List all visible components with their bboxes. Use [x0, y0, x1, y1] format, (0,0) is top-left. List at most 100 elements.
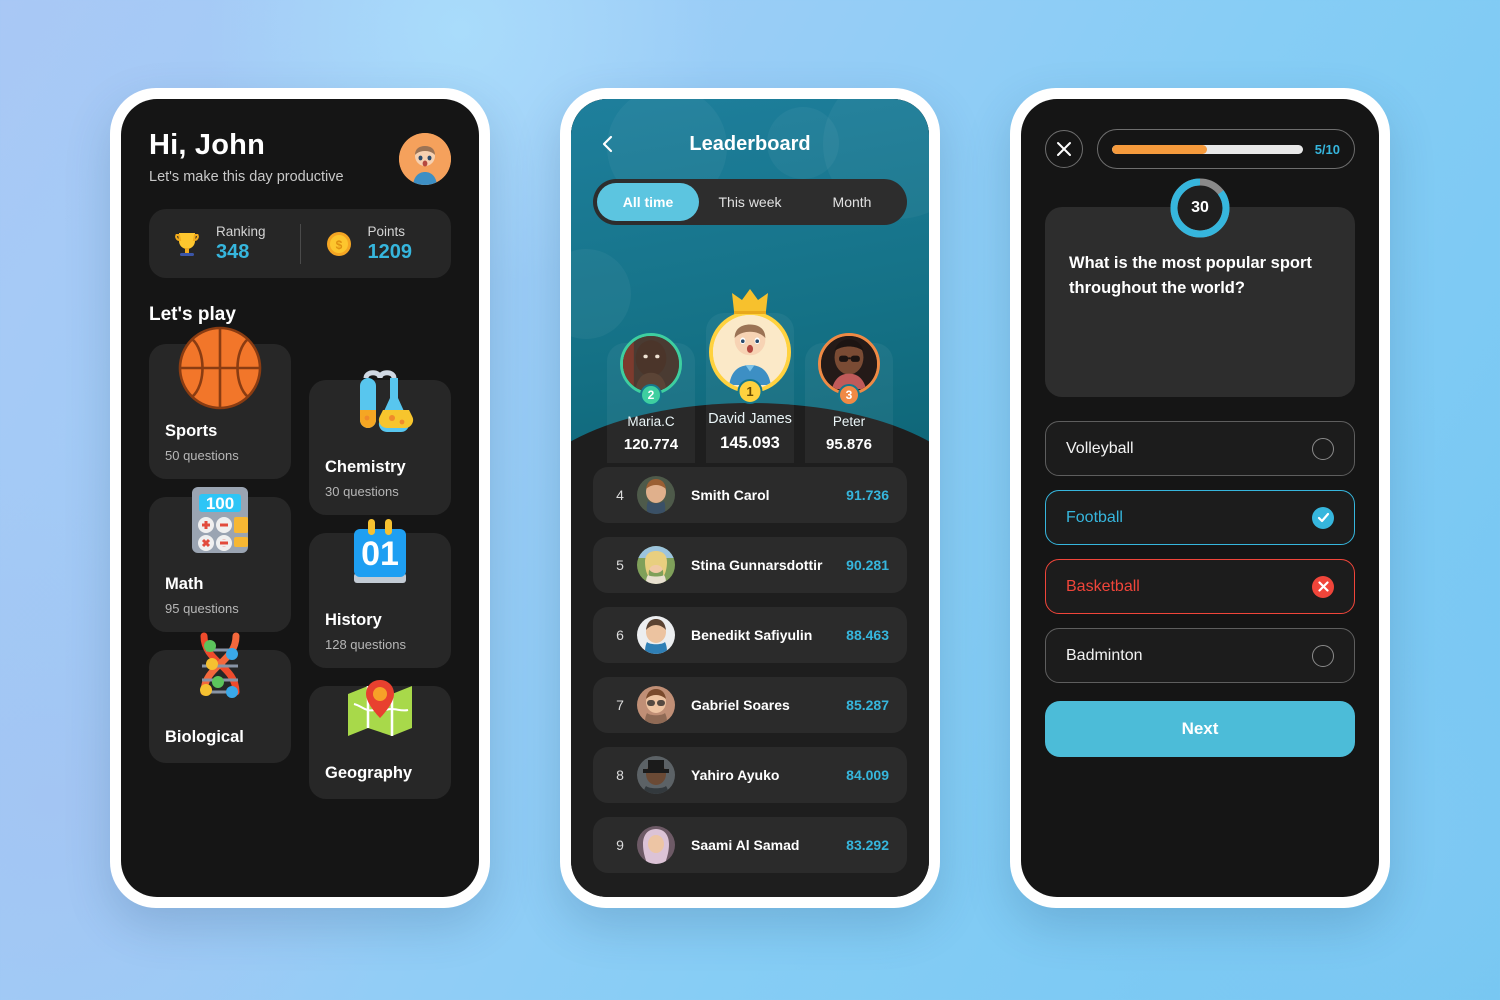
- avatar: [637, 476, 675, 514]
- category-card-math[interactable]: 100 Math 95 questions: [149, 487, 291, 632]
- radio-empty-icon: [1312, 644, 1334, 667]
- stats-card: Ranking 348 $ Points 1209: [149, 209, 451, 278]
- row-score: 85.287: [846, 697, 889, 713]
- avatar: [637, 826, 675, 864]
- category-card-history[interactable]: 01 History 128 questions: [309, 519, 451, 668]
- avatar: [637, 546, 675, 584]
- table-row[interactable]: 6 Benedikt Safiyulin 88.463: [593, 607, 907, 663]
- progress-indicator: 5/10: [1097, 129, 1355, 169]
- row-name: Gabriel Soares: [691, 697, 790, 713]
- category-card-sports[interactable]: Sports 50 questions: [149, 326, 291, 479]
- rank-badge: 2: [640, 384, 662, 406]
- leaderboard-header: Leaderboard: [571, 99, 929, 157]
- stat-points[interactable]: $ Points 1209: [301, 224, 452, 264]
- leaderboard-screen: Leaderboard All time This week Month 2 M…: [571, 99, 929, 897]
- calendar-icon: 01: [325, 509, 435, 605]
- leaderboard-list: 4 Smith Carol 91.736 5 Stina Gunnarsdott…: [571, 467, 929, 873]
- close-icon[interactable]: [1045, 130, 1083, 168]
- table-row[interactable]: 4 Smith Carol 91.736: [593, 467, 907, 523]
- avatar[interactable]: [399, 133, 451, 185]
- basketball-icon: [165, 320, 275, 416]
- category-grid: Sports 50 questions 100 Math 95 question…: [149, 326, 451, 817]
- row-name: Stina Gunnarsdottir: [691, 557, 823, 573]
- category-card-geography[interactable]: Geography: [309, 680, 451, 799]
- progress-bar: [1112, 144, 1303, 154]
- podium-first[interactable]: 1 David James 145.093: [698, 289, 802, 463]
- timer-ring: 30: [1169, 177, 1231, 239]
- category-name: Biological: [165, 728, 244, 746]
- flask-icon: [325, 356, 435, 452]
- radio-empty-icon: [1312, 437, 1334, 460]
- row-score: 90.281: [846, 557, 889, 573]
- category-card-biological[interactable]: Biological: [149, 632, 291, 763]
- category-column-left: Sports 50 questions 100 Math 95 question…: [149, 326, 291, 817]
- map-icon: [325, 662, 435, 758]
- crown-icon: [730, 287, 770, 320]
- avatar: [637, 756, 675, 794]
- coin-icon: $: [326, 231, 351, 256]
- x-circle-icon: [1312, 575, 1334, 598]
- row-rank: 8: [616, 767, 624, 783]
- option-badminton[interactable]: Badminton: [1045, 628, 1355, 683]
- rank-badge: 1: [737, 379, 763, 404]
- category-questions: 95 questions: [165, 601, 239, 616]
- question-text: What is the most popular sport throughou…: [1069, 254, 1312, 297]
- option-basketball[interactable]: Basketball: [1045, 559, 1355, 614]
- greeting-subtitle: Let's make this day productive: [149, 169, 344, 185]
- category-questions: 50 questions: [165, 448, 239, 463]
- avatar: [637, 616, 675, 654]
- stat-value-ranking: 348: [216, 240, 250, 263]
- option-volleyball[interactable]: Volleyball: [1045, 421, 1355, 476]
- next-button[interactable]: Next: [1045, 701, 1355, 757]
- page-title: Leaderboard: [689, 132, 811, 155]
- row-name: Benedikt Safiyulin: [691, 627, 813, 643]
- tab-this-week[interactable]: This week: [699, 183, 801, 221]
- table-row[interactable]: 7 Gabriel Soares 85.287: [593, 677, 907, 733]
- podium-third[interactable]: 3 Peter 95.876: [797, 333, 901, 463]
- row-score: 83.292: [846, 837, 889, 853]
- table-row[interactable]: 5 Stina Gunnarsdottir 90.281: [593, 537, 907, 593]
- category-column-right: Chemistry 30 questions 01 History 128 qu…: [309, 344, 451, 817]
- page-title: Hi, John: [149, 129, 265, 161]
- quiz-screen: 5/10 30 What is the most popular sport t…: [1021, 99, 1379, 897]
- category-name: Chemistry: [325, 458, 406, 476]
- stat-value-points: 1209: [367, 240, 413, 263]
- category-card-chemistry[interactable]: Chemistry 30 questions: [309, 370, 451, 515]
- row-rank: 5: [616, 557, 624, 573]
- check-circle-icon: [1312, 506, 1334, 529]
- quiz-header: 5/10: [1045, 129, 1355, 169]
- tab-month[interactable]: Month: [801, 183, 903, 221]
- stat-label-points: Points: [367, 223, 406, 239]
- phone-leaderboard: Leaderboard All time This week Month 2 M…: [560, 88, 940, 908]
- calculator-icon: 100: [165, 473, 275, 569]
- stat-label-ranking: Ranking: [216, 223, 266, 239]
- row-score: 88.463: [846, 627, 889, 643]
- home-header: Hi, John Let's make this day productive: [149, 129, 451, 185]
- tab-all-time[interactable]: All time: [597, 183, 699, 221]
- phone-home: Hi, John Let's make this day productive …: [110, 88, 490, 908]
- answer-options: Volleyball Football Basketball Badminton: [1045, 421, 1355, 683]
- option-label: Football: [1066, 508, 1123, 526]
- svg-text:$: $: [335, 238, 342, 252]
- row-name: Saami Al Samad: [691, 837, 800, 853]
- option-label: Volleyball: [1066, 439, 1134, 457]
- table-row[interactable]: 9 Saami Al Samad 83.292: [593, 817, 907, 873]
- category-name: History: [325, 611, 382, 629]
- avatar: [637, 686, 675, 724]
- rank-badge: 3: [838, 384, 860, 406]
- row-rank: 9: [616, 837, 624, 853]
- option-label: Basketball: [1066, 577, 1140, 595]
- progress-text: 5/10: [1314, 141, 1340, 157]
- row-score: 84.009: [846, 767, 889, 783]
- podium-second[interactable]: 2 Maria.C 120.774: [599, 333, 703, 463]
- stat-ranking[interactable]: Ranking 348: [149, 224, 300, 264]
- option-football[interactable]: Football: [1045, 490, 1355, 545]
- category-questions: 30 questions: [325, 484, 399, 499]
- table-row[interactable]: 8 Yahiro Ayuko 84.009: [593, 747, 907, 803]
- row-rank: 7: [616, 697, 624, 713]
- row-score: 91.736: [846, 487, 889, 503]
- row-rank: 4: [616, 487, 624, 503]
- row-name: Smith Carol: [691, 487, 770, 503]
- category-name: Geography: [325, 764, 413, 782]
- svg-text:100: 100: [206, 494, 234, 513]
